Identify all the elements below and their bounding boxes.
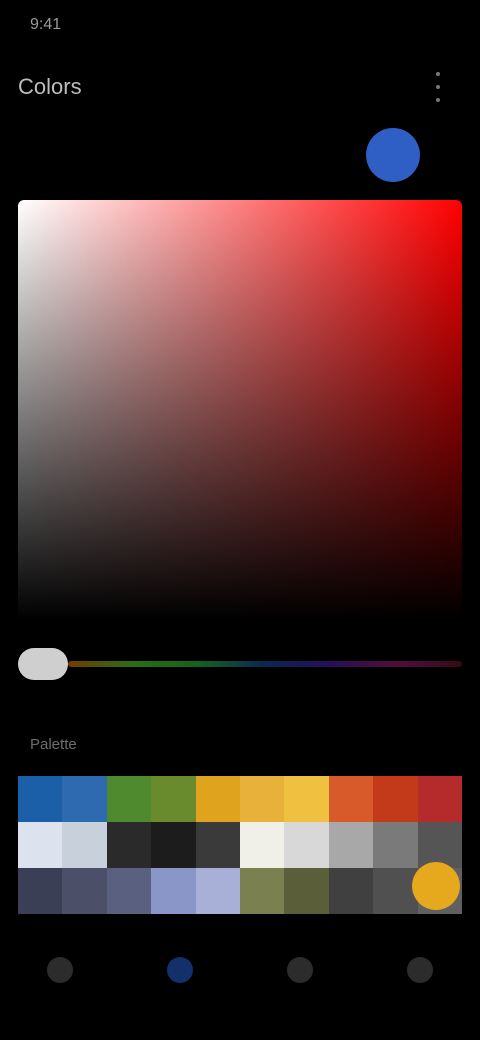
palette-swatch[interactable] — [18, 868, 63, 914]
hue-track[interactable] — [68, 661, 462, 667]
top-app-bar: Colors — [0, 60, 480, 120]
palette-swatch[interactable] — [373, 822, 418, 868]
status-time: 9:41 — [30, 16, 62, 33]
status-bar: 9:41 — [0, 0, 480, 56]
palette-swatch[interactable] — [18, 822, 63, 868]
palette-swatch[interactable] — [106, 776, 152, 822]
favorite-color-button[interactable] — [412, 862, 460, 910]
nav-item-2[interactable] — [150, 940, 210, 1000]
color-palette — [18, 776, 463, 914]
hue-slider[interactable] — [18, 648, 462, 680]
palette-swatch[interactable] — [106, 868, 152, 914]
nav-icon — [407, 957, 433, 983]
page-title: Colors — [18, 74, 82, 99]
palette-swatch[interactable] — [284, 822, 329, 868]
nav-icon — [47, 957, 73, 983]
palette-swatch[interactable] — [373, 868, 418, 914]
palette-swatch[interactable] — [106, 822, 152, 868]
color-preview-swatch[interactable] — [366, 128, 420, 182]
palette-swatch[interactable] — [18, 776, 63, 822]
nav-icon — [287, 957, 313, 983]
palette-swatch[interactable] — [373, 776, 418, 822]
palette-swatch[interactable] — [62, 868, 107, 914]
palette-swatch[interactable] — [328, 822, 374, 868]
bottom-navigation — [0, 930, 480, 1010]
palette-swatch[interactable] — [62, 776, 107, 822]
palette-label: Palette — [30, 736, 77, 753]
palette-row — [18, 868, 463, 914]
palette-swatch[interactable] — [195, 776, 241, 822]
nav-icon — [167, 957, 193, 983]
palette-row — [18, 776, 463, 822]
palette-swatch[interactable] — [240, 868, 285, 914]
palette-swatch[interactable] — [240, 776, 285, 822]
nav-item-4[interactable] — [390, 940, 450, 1000]
palette-swatch[interactable] — [417, 776, 463, 822]
palette-swatch[interactable] — [151, 822, 196, 868]
palette-swatch[interactable] — [195, 868, 241, 914]
saturation-value-picker[interactable] — [18, 200, 462, 620]
hue-thumb[interactable] — [18, 648, 68, 680]
palette-swatch[interactable] — [151, 868, 196, 914]
palette-swatch[interactable] — [240, 822, 285, 868]
more-options-icon[interactable] — [426, 72, 450, 102]
nav-item-3[interactable] — [270, 940, 330, 1000]
nav-item-1[interactable] — [30, 940, 90, 1000]
palette-swatch[interactable] — [284, 868, 329, 914]
palette-swatch[interactable] — [417, 822, 463, 868]
palette-swatch[interactable] — [195, 822, 241, 868]
palette-swatch[interactable] — [328, 776, 374, 822]
palette-swatch[interactable] — [328, 868, 374, 914]
palette-swatch[interactable] — [151, 776, 196, 822]
palette-row — [18, 822, 463, 868]
palette-swatch[interactable] — [284, 776, 329, 822]
palette-swatch[interactable] — [62, 822, 107, 868]
